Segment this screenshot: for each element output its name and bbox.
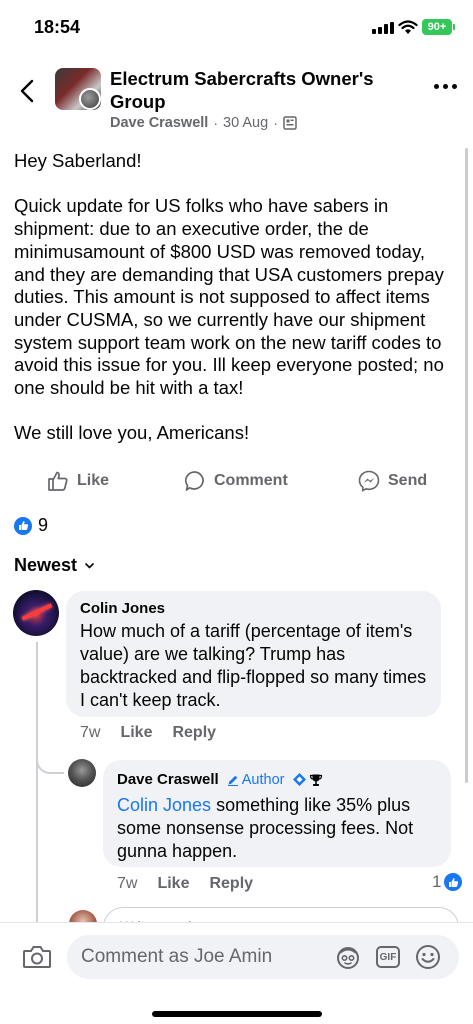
author-badge-label: Author — [241, 771, 285, 788]
mention-link[interactable]: Colin Jones — [117, 795, 211, 815]
like-reaction-icon — [444, 873, 463, 891]
battery-icon: 90+ — [422, 19, 455, 35]
meta-separator: · — [273, 115, 278, 131]
smiley-icon — [416, 945, 440, 969]
post-author[interactable]: Dave Craswell — [110, 115, 208, 131]
comment-label: Comment — [214, 472, 288, 489]
status-time: 18:54 — [34, 17, 81, 37]
send-button[interactable]: Send — [358, 470, 427, 492]
camera-icon[interactable] — [22, 943, 52, 971]
like-button[interactable]: Like — [47, 470, 109, 492]
post-meta: Dave Craswell · 30 Aug · — [110, 115, 297, 131]
comment-text: How much of a tariff (percentage of item… — [80, 621, 427, 710]
post-header: Electrum Sabercrafts Owner's Group Dave … — [0, 60, 473, 140]
reply-bubble[interactable]: Dave Craswell Author Colin Jones somethi… — [103, 760, 451, 867]
post-greeting: Hey Saberland! — [14, 150, 142, 171]
comment-bubble-icon — [184, 471, 204, 491]
avatar[interactable] — [13, 590, 59, 636]
post-date[interactable]: 30 Aug — [223, 115, 268, 131]
like-label: Like — [77, 472, 110, 489]
comment-reply-button[interactable]: Reply — [172, 724, 216, 742]
reply-reaction-count[interactable]: 1 — [432, 872, 463, 892]
thumbs-up-icon — [48, 471, 68, 491]
pencil-icon — [227, 775, 238, 786]
status-bar: 18:54 90+ — [0, 0, 473, 54]
group-avatar[interactable] — [55, 68, 101, 110]
reply-author[interactable]: Dave Craswell — [117, 771, 219, 788]
meta-separator: · — [213, 115, 219, 131]
wifi-icon — [398, 20, 418, 34]
comment-like-button[interactable]: Like — [120, 724, 152, 742]
avatar[interactable] — [68, 759, 96, 787]
diamond-badge-icon — [293, 773, 307, 786]
reply-time: 7w — [117, 875, 138, 892]
reply-meta: 7w Like Reply — [117, 875, 253, 893]
reply-like-count: 1 — [432, 872, 442, 891]
messenger-icon — [358, 470, 380, 492]
post-action-bar: Like Comment Send — [0, 466, 473, 496]
author-avatar-small — [79, 88, 101, 110]
comment-sort-dropdown[interactable]: Newest — [14, 555, 94, 576]
composer-icons: GIF — [335, 944, 441, 970]
lightsaber-image — [21, 603, 53, 621]
post-text: Quick update for US folks who have saber… — [14, 195, 444, 399]
comment-composer-bar: GIF — [0, 922, 473, 1024]
avatar-sticker-icon — [337, 947, 359, 969]
comment-button[interactable]: Comment — [184, 470, 288, 492]
comment-time: 7w — [80, 724, 101, 741]
back-button[interactable] — [14, 76, 40, 106]
group-visibility-icon — [283, 116, 297, 130]
battery-level: 90+ — [427, 21, 447, 33]
reply-reply-button[interactable]: Reply — [209, 875, 253, 893]
chevron-down-icon — [85, 562, 94, 569]
post-body: Hey Saberland! Quick update for US folks… — [14, 150, 459, 445]
more-options-button[interactable] — [434, 84, 457, 89]
comment-author[interactable]: Colin Jones — [80, 600, 165, 617]
comment-bubble[interactable]: Colin Jones How much of a tariff (percen… — [66, 591, 441, 717]
thread-connector — [36, 740, 64, 774]
chevron-left-icon — [20, 79, 34, 103]
home-indicator[interactable] — [152, 1011, 322, 1017]
member-badges — [292, 772, 323, 787]
reply-header: Dave Craswell Author — [117, 771, 323, 788]
trophy-icon — [310, 774, 323, 786]
reply-text: Colin Jones something like 35% plus some… — [117, 794, 442, 863]
reaction-summary[interactable]: 9 — [14, 515, 48, 536]
sort-label: Newest — [14, 555, 78, 575]
gif-button[interactable]: GIF — [375, 944, 401, 970]
emoji-button[interactable] — [415, 944, 441, 970]
group-title[interactable]: Electrum Sabercrafts Owner's Group — [110, 67, 410, 113]
avatar-sticker-button[interactable] — [335, 944, 361, 970]
reply-like-button[interactable]: Like — [157, 875, 189, 893]
author-badge: Author — [227, 771, 285, 788]
cellular-signal-icon — [372, 22, 394, 34]
reaction-count: 9 — [38, 515, 49, 535]
like-reaction-icon — [14, 516, 32, 535]
thread-line — [36, 642, 38, 932]
send-label: Send — [388, 472, 428, 489]
post-closing: We still love you, Americans! — [14, 422, 250, 444]
gif-icon: GIF — [376, 946, 400, 968]
comment-meta: 7w Like Reply — [80, 724, 216, 742]
